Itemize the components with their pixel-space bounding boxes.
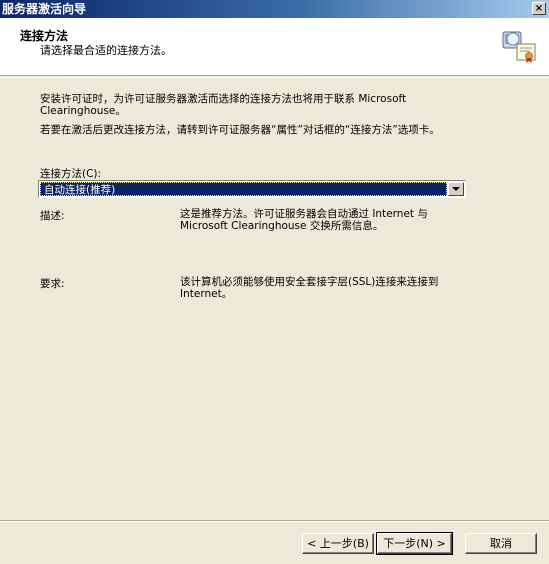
page-subtitle: 请选择最合适的连接方法。 <box>40 44 172 57</box>
requirements-label: 要求: <box>40 278 65 290</box>
certificate-server-icon <box>502 31 536 63</box>
dropdown-button[interactable] <box>448 182 464 196</box>
wizard-header: 连接方法 请选择最合适的连接方法。 <box>0 18 549 76</box>
description-label: 描述: <box>40 210 65 222</box>
header-divider <box>0 77 549 78</box>
info-paragraph-1: 安装许可证时，为许可证服务器激活而选择的连接方法也将用于联系 Microsoft… <box>40 93 407 117</box>
connection-method-selected[interactable]: 自动连接(推荐) <box>40 182 447 196</box>
cancel-button[interactable]: 取消 <box>465 533 537 554</box>
close-icon: × <box>534 3 544 14</box>
connection-method-dropdown[interactable]: 自动连接(推荐) <box>38 180 466 198</box>
title-bar[interactable]: 服务器激活向导 × <box>0 0 549 18</box>
requirements-value: 该计算机必须能够使用安全套接字层(SSL)连接来连接到 Internet。 <box>180 276 439 300</box>
connection-method-label: 连接方法(C): <box>40 168 102 180</box>
close-button[interactable]: × <box>532 2 546 15</box>
back-button[interactable]: < 上一步(B) <box>302 533 374 554</box>
chevron-down-icon <box>452 187 460 191</box>
wizard-window: 服务器激活向导 × 连接方法 请选择最合适的连接方法。 安装许可证时，为许可证服… <box>0 0 549 564</box>
footer-divider-highlight <box>0 521 549 522</box>
description-value: 这是推荐方法。许可证服务器会自动通过 Internet 与 Microsoft … <box>180 208 428 232</box>
info-paragraph-2: 若要在激活后更改连接方法，请转到许可证服务器“属性”对话框的“连接方法”选项卡。 <box>40 124 440 136</box>
next-button[interactable]: 下一步(N) > <box>376 532 453 555</box>
window-title: 服务器激活向导 <box>2 2 87 16</box>
